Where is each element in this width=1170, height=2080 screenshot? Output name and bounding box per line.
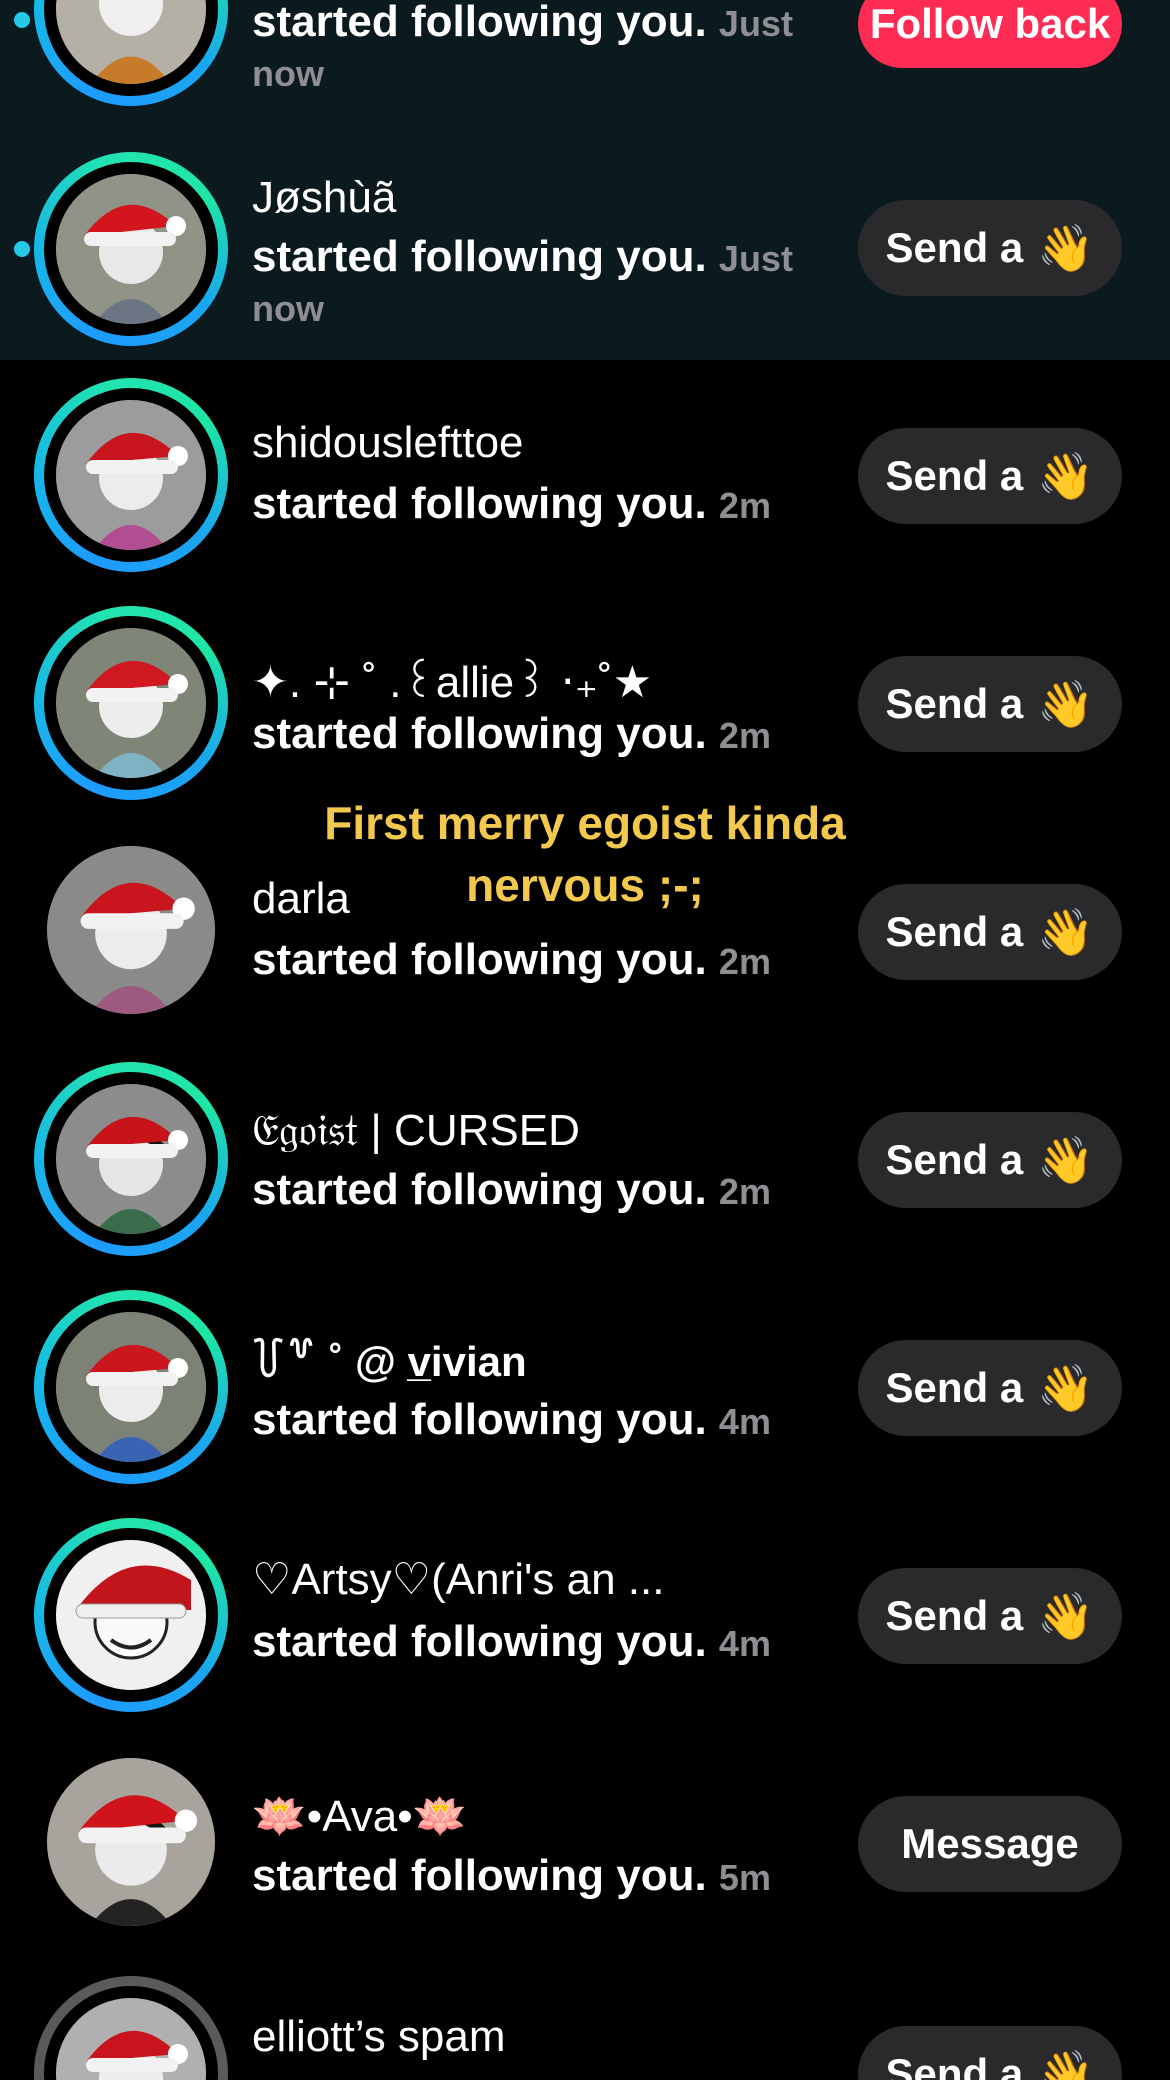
send-wave-button[interactable]: Send a 👋 xyxy=(858,200,1122,296)
username[interactable]: ♡Artsy♡(Anri's an ... xyxy=(252,1554,664,1605)
notification-row[interactable]: 𝔈𝔤𝔬𝔦𝔰𝔱 | CURSED started following you. 2… xyxy=(0,1044,1170,1272)
avatar[interactable] xyxy=(34,606,228,800)
notification-row[interactable]: shidouslefttoe started following you. 2m… xyxy=(0,360,1170,588)
username[interactable]: 🪷•Ava•🪷 xyxy=(252,1790,467,1842)
notification-text: started following you. Just now xyxy=(252,0,793,94)
notification-row[interactable]: 🪷•Ava•🪷 started following you. 5m Messag… xyxy=(0,1728,1170,1956)
unread-dot xyxy=(14,241,30,257)
notification-row[interactable]: ꒦꒷ ˚ @ v̲ivian started following you. 4m… xyxy=(0,1272,1170,1500)
waving-hand-icon: 👋 xyxy=(1037,678,1095,730)
avatar[interactable] xyxy=(34,1062,228,1256)
notification-row[interactable]: ✦. ⊹ ˚ .꒰allie꒱ ‧₊˚★ started following y… xyxy=(0,588,1170,816)
avatar[interactable] xyxy=(34,1976,228,2080)
notification-row[interactable]: started following you. Just now Follow b… xyxy=(0,0,1170,135)
overlay-caption-line-1: First merry egoist kinda xyxy=(324,797,846,849)
message-button[interactable]: Message xyxy=(858,1796,1122,1892)
avatar[interactable] xyxy=(34,152,228,346)
username[interactable]: Jøshùã xyxy=(252,173,396,223)
waving-hand-icon: 👋 xyxy=(1037,450,1095,502)
waving-hand-icon: 👋 xyxy=(1037,1590,1095,1642)
username[interactable]: elliott’s spam xyxy=(252,2012,506,2062)
timestamp: 2m xyxy=(718,941,771,982)
notification-row[interactable]: ♡Artsy♡(Anri's an ... started following … xyxy=(0,1500,1170,1728)
notification-text: started following you. 4m xyxy=(252,1617,771,1666)
avatar[interactable] xyxy=(34,1518,228,1712)
notification-text: started following you. Just now xyxy=(252,232,793,330)
waving-hand-icon: 👋 xyxy=(1037,2048,1095,2080)
waving-hand-icon: 👋 xyxy=(1037,1362,1095,1414)
notification-text: started following you. 5m xyxy=(252,1851,771,1900)
send-wave-button[interactable]: Send a 👋 xyxy=(858,1340,1122,1436)
overlay-caption-line-2: nervous ;-; xyxy=(466,859,704,911)
avatar[interactable] xyxy=(34,1290,228,1484)
send-wave-button[interactable]: Send a 👋 xyxy=(858,1112,1122,1208)
username[interactable]: ꒦꒷ ˚ @ v̲ivian xyxy=(252,1332,527,1387)
send-wave-button[interactable]: Send a 👋 xyxy=(858,2026,1122,2080)
waving-hand-icon: 👋 xyxy=(1037,1134,1095,1186)
timestamp: 2m xyxy=(718,485,771,526)
username[interactable]: shidouslefttoe xyxy=(252,418,524,468)
timestamp: 2m xyxy=(718,1171,771,1212)
username[interactable]: ✦. ⊹ ˚ .꒰allie꒱ ‧₊˚★ xyxy=(252,650,652,708)
waving-hand-icon: 👋 xyxy=(1037,222,1095,274)
unread-dot xyxy=(14,12,30,28)
avatar[interactable] xyxy=(34,378,228,572)
avatar[interactable] xyxy=(34,0,228,106)
notification-row[interactable]: darla started following you. 2m Send a 👋 xyxy=(0,816,1170,1044)
notification-row[interactable]: elliott’s spam Send a 👋 xyxy=(0,1956,1170,2080)
timestamp: 2m xyxy=(718,715,771,756)
notification-text: started following you. 2m xyxy=(252,479,771,528)
send-wave-button[interactable]: Send a 👋 xyxy=(858,656,1122,752)
avatar[interactable] xyxy=(47,1758,215,1926)
notification-text: started following you. 2m xyxy=(252,1165,771,1214)
notification-text: started following you. 2m xyxy=(252,709,771,758)
send-wave-button[interactable]: Send a 👋 xyxy=(858,1568,1122,1664)
timestamp: 4m xyxy=(718,1623,771,1664)
waving-hand-icon: 👋 xyxy=(1037,906,1095,958)
notification-text: started following you. 4m xyxy=(252,1395,771,1444)
notification-text: started following you. 2m xyxy=(252,935,771,984)
follow-back-button[interactable]: Follow back xyxy=(858,0,1122,68)
notification-row[interactable]: Jøshùã started following you. Just now S… xyxy=(0,135,1170,360)
timestamp: 4m xyxy=(718,1401,771,1442)
send-wave-button[interactable]: Send a 👋 xyxy=(858,428,1122,524)
timestamp: 5m xyxy=(718,1857,771,1898)
username[interactable]: 𝔈𝔤𝔬𝔦𝔰𝔱 | CURSED xyxy=(252,1106,580,1156)
